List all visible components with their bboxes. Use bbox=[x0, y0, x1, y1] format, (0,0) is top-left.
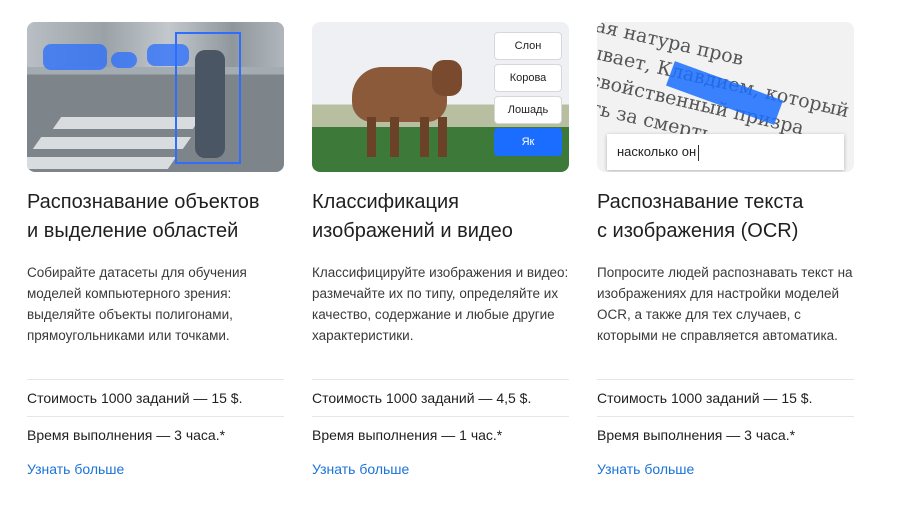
cost-row: Стоимость 1000 заданий — 4,5 $. bbox=[312, 379, 569, 416]
card-title: Распознавание объектов и выделение облас… bbox=[27, 191, 260, 242]
option-elephant[interactable]: Слон bbox=[494, 32, 562, 60]
learn-more-link[interactable]: Узнать больше bbox=[597, 461, 694, 477]
learn-more-link[interactable]: Узнать больше bbox=[312, 461, 409, 477]
card-object-detection: Распознавание объектов и выделение облас… bbox=[27, 22, 284, 477]
bounding-box bbox=[175, 32, 241, 164]
card-title: Распознавание текста с изображения (OCR) bbox=[597, 191, 804, 242]
ocr-image: дая натура пров зывает, Клавдием, которы… bbox=[597, 22, 854, 172]
card-classification: Слон Корова Лошадь Як Классификация изоб… bbox=[312, 22, 569, 477]
card-description: Классифицируйте изображения и видео: раз… bbox=[312, 265, 569, 343]
card-title: Классификация изображений и видео bbox=[312, 191, 513, 242]
option-horse[interactable]: Лошадь bbox=[494, 96, 562, 124]
street-image bbox=[27, 22, 284, 172]
card-description: Попросите людей распознавать текст на из… bbox=[597, 265, 853, 343]
cost-row: Стоимость 1000 заданий — 15 $. bbox=[27, 379, 284, 416]
car-annotation bbox=[43, 44, 107, 70]
ocr-input-field[interactable]: насколько он bbox=[607, 134, 844, 170]
yak-image: Слон Корова Лошадь Як bbox=[312, 22, 569, 172]
card-ocr: дая натура пров зывает, Клавдием, которы… bbox=[597, 22, 854, 477]
card-description: Собирайте датасеты для обучения моделей … bbox=[27, 265, 247, 343]
time-row: Время выполнения — 3 часа.* bbox=[597, 416, 854, 453]
time-row: Время выполнения — 3 часа.* bbox=[27, 416, 284, 453]
option-yak-selected[interactable]: Як bbox=[494, 128, 562, 156]
option-cow[interactable]: Корова bbox=[494, 64, 562, 92]
time-row: Время выполнения — 1 час.* bbox=[312, 416, 569, 453]
cost-row: Стоимость 1000 заданий — 15 $. bbox=[597, 379, 854, 416]
learn-more-link[interactable]: Узнать больше bbox=[27, 461, 124, 477]
